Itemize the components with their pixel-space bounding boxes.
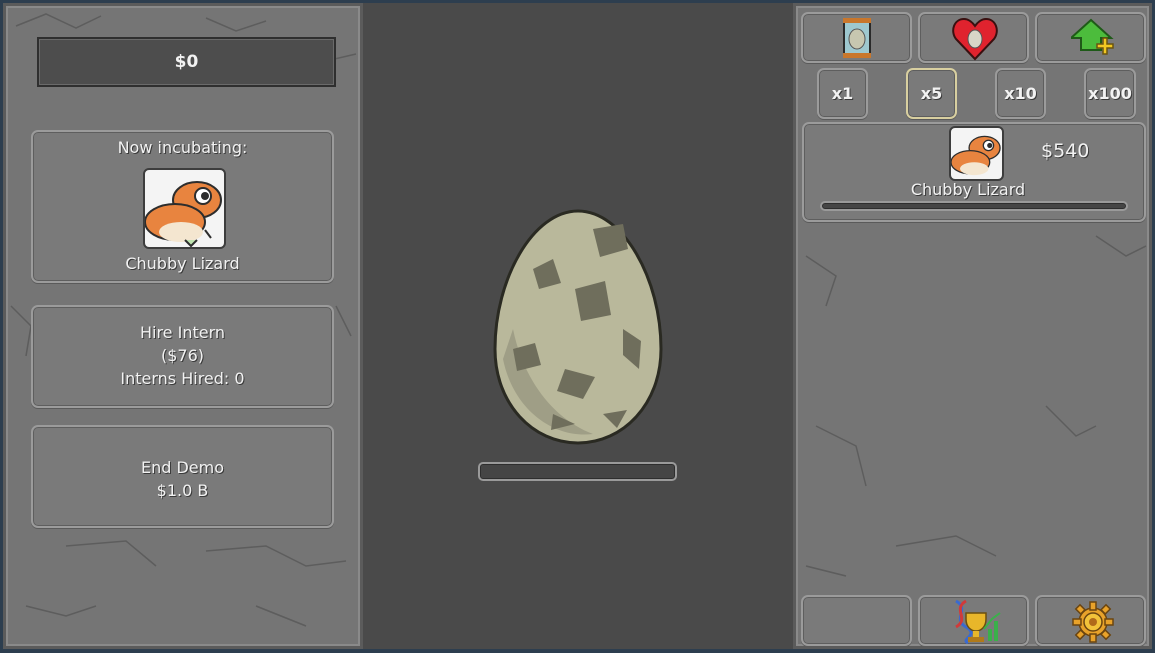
multiplier-x10-button[interactable]: x10	[995, 68, 1046, 119]
heart-egg-icon	[952, 17, 998, 61]
hire-intern-title: Hire Intern	[139, 323, 226, 342]
incubator-area	[363, 3, 793, 649]
research-achievements-button[interactable]	[918, 595, 1029, 646]
end-demo-title: End Demo	[140, 458, 225, 477]
upgrades-button[interactable]	[1035, 12, 1146, 63]
egg-progress-bar	[478, 462, 677, 481]
egg-jar-icon	[843, 18, 871, 58]
favorites-button[interactable]	[918, 12, 1029, 63]
interns-hired-count: Interns Hired: 0	[120, 369, 245, 388]
incubating-panel[interactable]: Now incubating: Chubby Lizard	[31, 130, 334, 283]
multiplier-x5-button[interactable]: x5	[906, 68, 957, 119]
end-demo-button[interactable]: End Demo $1.0 B	[31, 425, 334, 528]
shop-item-portrait	[949, 126, 1004, 181]
settings-gear-icon	[1072, 601, 1114, 643]
money-value: $0	[174, 52, 199, 72]
multiplier-x10-label: x10	[1004, 84, 1037, 103]
multiplier-x5-label: x5	[920, 84, 943, 103]
green-arrow-upgrade-icon	[1071, 18, 1114, 55]
chubby-lizard-icon	[145, 181, 222, 247]
incubating-creature-portrait	[143, 168, 226, 249]
hire-intern-cost: ($76)	[160, 346, 205, 365]
shop-item-progress-bar	[820, 201, 1128, 211]
shop-item-price: $540	[1041, 140, 1090, 162]
multiplier-x1-button[interactable]: x1	[817, 68, 868, 119]
egg-icon[interactable]	[493, 209, 663, 445]
incubator-shop-button[interactable]	[801, 12, 912, 63]
chubby-lizard-icon	[951, 135, 1001, 176]
dna-trophy-stats-icon	[955, 599, 1001, 644]
settings-button[interactable]	[1035, 595, 1146, 646]
hire-intern-button[interactable]: Hire Intern ($76) Interns Hired: 0	[31, 305, 334, 408]
multiplier-x100-label: x100	[1088, 84, 1132, 103]
empty-slot-button[interactable]	[801, 595, 912, 646]
right-panel: x1 x5 x10 x100 $540 Chubby Lizard	[793, 3, 1152, 649]
incubating-heading: Now incubating:	[117, 138, 248, 157]
multiplier-x100-button[interactable]: x100	[1084, 68, 1136, 119]
multiplier-x1-label: x1	[831, 84, 854, 103]
left-panel: $0 Now incubating: Chubby Lizard Hire In…	[3, 3, 363, 649]
incubating-creature-name: Chubby Lizard	[125, 254, 240, 273]
money-display: $0	[37, 37, 336, 87]
shop-item-chubby-lizard[interactable]: $540 Chubby Lizard	[802, 122, 1146, 222]
end-demo-cost: $1.0 B	[156, 481, 209, 500]
shop-item-name: Chubby Lizard	[910, 180, 1026, 199]
